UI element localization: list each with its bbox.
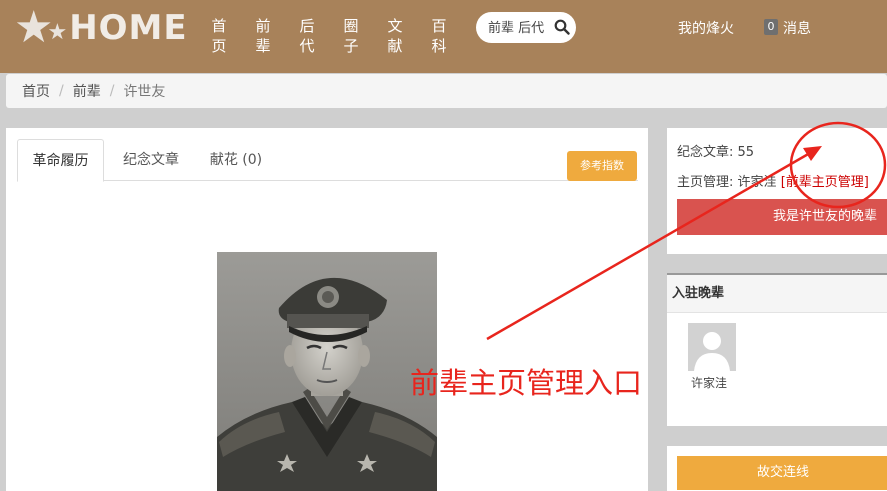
nav-home[interactable]: 首 页: [209, 16, 229, 56]
article-count-line: 纪念文章: 55: [677, 141, 754, 160]
breadcrumb-separator: /: [59, 83, 64, 99]
annotation-label: 前辈主页管理入口: [410, 366, 643, 400]
elder-homepage-manage-link[interactable]: [前辈主页管理]: [781, 175, 869, 190]
portrait-illustration: [217, 252, 437, 491]
tab-memorial-articles[interactable]: 纪念文章: [113, 139, 189, 181]
breadcrumb-home[interactable]: 首页: [22, 81, 50, 101]
my-fire-link[interactable]: 我的烽火: [678, 18, 734, 38]
search-icon[interactable]: [554, 19, 570, 35]
star-small-icon: ★: [47, 20, 68, 45]
manager-line: 主页管理: 许家洼 [前辈主页管理]: [677, 171, 869, 190]
site-logo[interactable]: ★ ★ HOME: [14, 6, 188, 50]
messages-link[interactable]: 消息: [783, 18, 811, 38]
portrait-photo: [217, 252, 437, 491]
breadcrumb-current: 许世友: [123, 84, 166, 100]
nav-elders[interactable]: 前 辈: [253, 16, 273, 56]
logo-text: HOME: [69, 8, 188, 48]
nav-encyclopedia[interactable]: 百 科: [429, 16, 449, 56]
manager-name[interactable]: 许家洼: [738, 175, 777, 190]
tab-flowers[interactable]: 献花 (0): [200, 139, 272, 181]
breadcrumb: 首页 / 前辈 / 许世友: [6, 74, 887, 108]
breadcrumb-separator: /: [109, 83, 115, 99]
article-count-value: 55: [737, 145, 755, 160]
avatar[interactable]: [688, 323, 736, 371]
member-name[interactable]: 许家洼: [691, 374, 727, 391]
search-box: [476, 12, 576, 43]
resident-descendants-heading: 入驻晚辈: [667, 275, 887, 313]
nav-circles[interactable]: 圈 子: [341, 16, 361, 56]
manager-label: 主页管理:: [677, 175, 734, 190]
breadcrumb-elders[interactable]: 前辈: [73, 81, 101, 101]
message-count-badge: 0: [764, 19, 778, 35]
main-content-panel: 革命履历 纪念文章 献花 (0) 参考指数: [6, 128, 648, 491]
i-am-descendant-button[interactable]: 我是许世友的晚辈: [677, 199, 887, 235]
nav-documents[interactable]: 文 献: [385, 16, 405, 56]
tab-biography[interactable]: 革命履历: [17, 139, 104, 182]
top-navbar: ★ ★ HOME 首 页 前 辈 后 代 圈 子 文 献 百 科 我的烽火 0 …: [0, 0, 887, 73]
default-user-icon: [688, 323, 736, 371]
friends-panel: 故交连线: [667, 446, 887, 491]
elder-info-panel: 纪念文章: 55 主页管理: 许家洼 [前辈主页管理] 我是许世友的晚辈: [667, 128, 887, 254]
article-count-label: 纪念文章:: [677, 145, 734, 160]
nav-descendants[interactable]: 后 代: [297, 16, 317, 56]
old-friends-connect-button[interactable]: 故交连线: [677, 456, 887, 490]
reference-index-button[interactable]: 参考指数: [567, 151, 637, 181]
resident-descendants-panel: 入驻晚辈 许家洼: [667, 273, 887, 426]
tab-bar: 革命履历 纪念文章 献花 (0): [17, 139, 638, 182]
search-input[interactable]: [488, 18, 552, 38]
